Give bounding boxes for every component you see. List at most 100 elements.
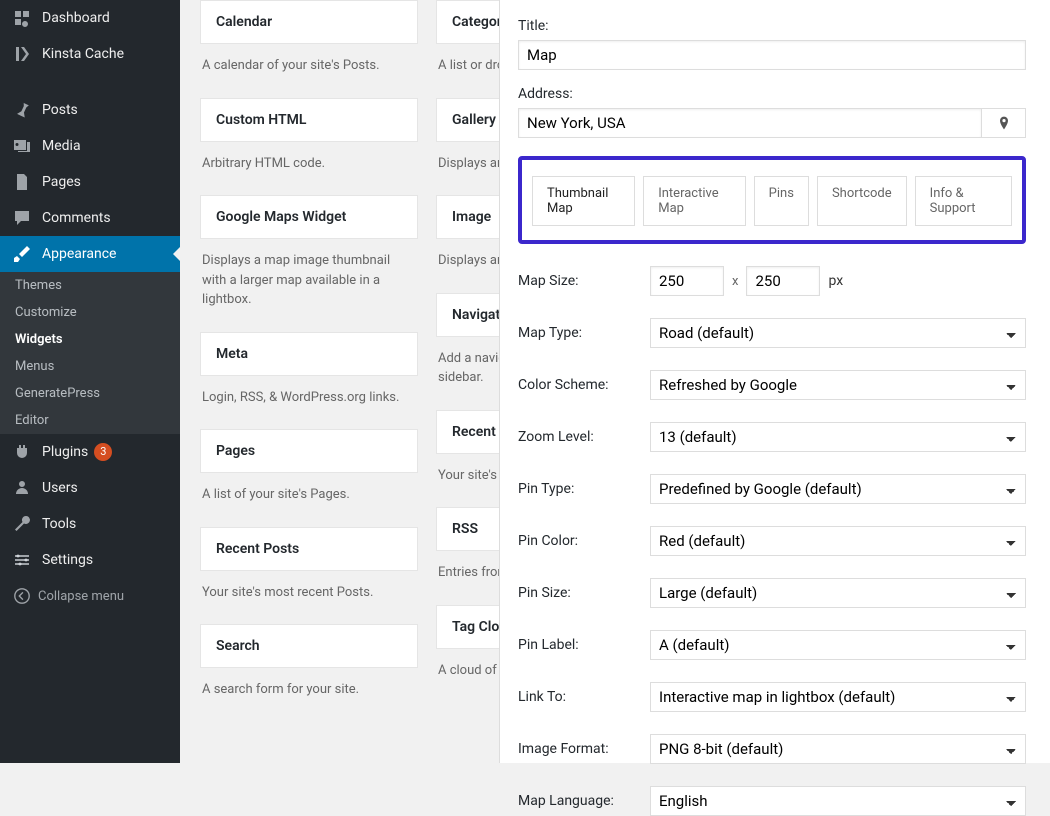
widget-title: Pages bbox=[216, 443, 255, 459]
comments-icon bbox=[12, 208, 32, 228]
widget-title: Custom HTML bbox=[216, 112, 306, 128]
pin-size-label: Pin Size: bbox=[518, 585, 650, 601]
subitem-generatepress[interactable]: GeneratePress bbox=[0, 380, 180, 407]
subitem-customize[interactable]: Customize bbox=[0, 299, 180, 326]
title-input[interactable] bbox=[518, 40, 1026, 70]
sidebar-item-comments[interactable]: Comments bbox=[0, 200, 180, 236]
tools-icon bbox=[12, 514, 32, 534]
kinsta-icon bbox=[12, 44, 32, 64]
widget-title: Recent Posts bbox=[216, 541, 299, 557]
widget-title: Gallery bbox=[452, 112, 496, 128]
map-width-input[interactable] bbox=[650, 266, 724, 296]
widget-column-1: Calendar A calendar of your site's Posts… bbox=[200, 0, 418, 722]
sidebar-item-pages[interactable]: Pages bbox=[0, 164, 180, 200]
sidebar-item-label: Pages bbox=[42, 174, 81, 190]
widget-desc: Login, RSS, & WordPress.org links. bbox=[202, 388, 416, 408]
widget-meta[interactable]: Meta bbox=[200, 332, 418, 376]
pin-type-select[interactable]: Predefined by Google (default) bbox=[650, 474, 1026, 504]
image-format-select[interactable]: PNG 8-bit (default) bbox=[650, 734, 1026, 764]
widget-search[interactable]: Search bbox=[200, 624, 418, 668]
dashboard-icon bbox=[12, 8, 32, 28]
collapse-icon bbox=[12, 586, 32, 606]
widget-title: Image bbox=[452, 209, 491, 225]
map-language-label: Map Language: bbox=[518, 793, 650, 809]
pin-type-label: Pin Type: bbox=[518, 481, 650, 497]
brush-icon bbox=[12, 244, 32, 264]
zoom-level-label: Zoom Level: bbox=[518, 429, 650, 445]
pin-icon bbox=[12, 100, 32, 120]
map-height-input[interactable] bbox=[746, 266, 820, 296]
tab-thumbnail-map[interactable]: Thumbnail Map bbox=[532, 176, 635, 226]
pin-label-select[interactable]: A (default) bbox=[650, 630, 1026, 660]
link-to-select[interactable]: Interactive map in lightbox (default) bbox=[650, 682, 1026, 712]
widget-title: Google Maps Widget bbox=[216, 209, 346, 225]
address-label: Address: bbox=[518, 86, 1026, 102]
widget-recent-posts[interactable]: Recent Posts bbox=[200, 527, 418, 571]
map-size-label: Map Size: bbox=[518, 273, 650, 289]
sidebar-item-media[interactable]: Media bbox=[0, 128, 180, 164]
sidebar-item-settings[interactable]: Settings bbox=[0, 542, 180, 578]
sidebar-item-label: Plugins bbox=[42, 444, 88, 460]
sidebar-item-plugins[interactable]: Plugins 3 bbox=[0, 434, 180, 470]
sidebar-item-label: Tools bbox=[42, 516, 76, 532]
users-icon bbox=[12, 478, 32, 498]
widget-google-maps[interactable]: Google Maps Widget bbox=[200, 195, 418, 239]
subitem-menus[interactable]: Menus bbox=[0, 353, 180, 380]
tab-info-support[interactable]: Info & Support bbox=[915, 176, 1012, 226]
sidebar-item-label: Posts bbox=[42, 102, 78, 118]
map-type-select[interactable]: Road (default) bbox=[650, 318, 1026, 348]
media-icon bbox=[12, 136, 32, 156]
admin-sidebar: Dashboard Kinsta Cache Posts Media Pages… bbox=[0, 0, 180, 763]
settings-tabs: Thumbnail Map Interactive Map Pins Short… bbox=[518, 156, 1026, 244]
widget-title: Calendar bbox=[216, 14, 272, 30]
collapse-label: Collapse menu bbox=[38, 589, 124, 604]
tab-interactive-map[interactable]: Interactive Map bbox=[643, 176, 745, 226]
widget-custom-html[interactable]: Custom HTML bbox=[200, 98, 418, 142]
widget-desc: Arbitrary HTML code. bbox=[202, 154, 416, 174]
widget-title: RSS bbox=[452, 521, 478, 537]
widget-desc: A list of your site's Pages. bbox=[202, 485, 416, 505]
subitem-widgets[interactable]: Widgets bbox=[0, 326, 180, 353]
sidebar-item-label: Users bbox=[42, 480, 78, 496]
sidebar-item-label: Dashboard bbox=[42, 10, 110, 26]
subitem-editor[interactable]: Editor bbox=[0, 407, 180, 434]
collapse-menu[interactable]: Collapse menu bbox=[0, 578, 180, 614]
sidebar-item-label: Media bbox=[42, 138, 81, 154]
widget-calendar[interactable]: Calendar bbox=[200, 0, 418, 44]
widget-title: Meta bbox=[216, 346, 248, 362]
sidebar-item-dashboard[interactable]: Dashboard bbox=[0, 0, 180, 36]
sidebar-item-label: Kinsta Cache bbox=[42, 46, 124, 62]
sidebar-item-appearance[interactable]: Appearance bbox=[0, 236, 180, 272]
subitem-themes[interactable]: Themes bbox=[0, 272, 180, 299]
tab-pins[interactable]: Pins bbox=[754, 176, 809, 226]
link-to-label: Link To: bbox=[518, 689, 650, 705]
sidebar-item-posts[interactable]: Posts bbox=[0, 92, 180, 128]
widget-desc: A calendar of your site's Posts. bbox=[202, 56, 416, 76]
pin-size-select[interactable]: Large (default) bbox=[650, 578, 1026, 608]
sidebar-item-users[interactable]: Users bbox=[0, 470, 180, 506]
title-label: Title: bbox=[518, 18, 1026, 34]
dimension-x: x bbox=[732, 274, 738, 289]
widget-title: Search bbox=[216, 638, 260, 654]
location-icon bbox=[996, 115, 1012, 131]
pin-color-label: Pin Color: bbox=[518, 533, 650, 549]
tab-shortcode[interactable]: Shortcode bbox=[817, 176, 907, 226]
locate-button[interactable] bbox=[982, 108, 1026, 138]
color-scheme-select[interactable]: Refreshed by Google bbox=[650, 370, 1026, 400]
widget-settings-panel: Title: Address: Thumbnail Map Interactiv… bbox=[499, 0, 1050, 763]
plugin-icon bbox=[12, 442, 32, 462]
widget-desc: Your site's most recent Posts. bbox=[202, 583, 416, 603]
settings-icon bbox=[12, 550, 32, 570]
address-input[interactable] bbox=[518, 108, 982, 138]
image-format-label: Image Format: bbox=[518, 741, 650, 757]
zoom-level-select[interactable]: 13 (default) bbox=[650, 422, 1026, 452]
widget-pages[interactable]: Pages bbox=[200, 429, 418, 473]
color-scheme-label: Color Scheme: bbox=[518, 377, 650, 393]
sidebar-item-label: Comments bbox=[42, 210, 111, 226]
sidebar-item-tools[interactable]: Tools bbox=[0, 506, 180, 542]
pin-label-label: Pin Label: bbox=[518, 637, 650, 653]
map-language-select[interactable]: English bbox=[650, 786, 1026, 816]
sidebar-item-kinsta[interactable]: Kinsta Cache bbox=[0, 36, 180, 72]
sidebar-item-label: Settings bbox=[42, 552, 93, 568]
pin-color-select[interactable]: Red (default) bbox=[650, 526, 1026, 556]
